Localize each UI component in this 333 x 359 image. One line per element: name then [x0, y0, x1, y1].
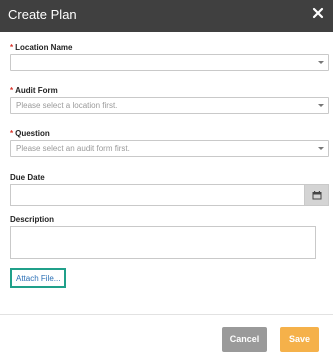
- question-label-text: Question: [15, 129, 50, 138]
- required-mark: *: [10, 43, 14, 52]
- location-name-select[interactable]: [10, 54, 329, 71]
- attach-file-button[interactable]: Attach File...: [10, 268, 66, 288]
- required-mark: *: [10, 86, 14, 95]
- required-mark: *: [10, 129, 14, 138]
- attach-file-label: Attach File...: [16, 274, 61, 283]
- audit-form-label: * Audit Form: [10, 86, 58, 95]
- footer-divider: [0, 314, 333, 315]
- audit-form-value: Please select a location first.: [16, 101, 118, 110]
- calendar-button[interactable]: [304, 184, 329, 206]
- question-value: Please select an audit form first.: [16, 144, 130, 153]
- due-date-input[interactable]: [10, 184, 304, 206]
- audit-form-select[interactable]: Please select a location first.: [10, 97, 329, 114]
- save-button[interactable]: Save: [280, 327, 319, 352]
- dialog-title: Create Plan: [8, 7, 77, 22]
- audit-form-label-text: Audit Form: [15, 86, 58, 95]
- description-label: Description: [10, 215, 55, 224]
- chevron-down-icon: [318, 104, 324, 107]
- location-name-label: * Location Name: [10, 43, 72, 52]
- calendar-icon: [312, 191, 322, 200]
- description-textarea[interactable]: [10, 226, 316, 259]
- location-name-label-text: Location Name: [15, 43, 73, 52]
- chevron-down-icon: [318, 147, 324, 150]
- due-date-label: Due Date: [10, 173, 45, 182]
- close-icon[interactable]: [309, 3, 327, 23]
- question-label: * Question: [10, 129, 50, 138]
- dialog-header: Create Plan: [0, 0, 333, 32]
- cancel-button[interactable]: Cancel: [222, 327, 267, 352]
- chevron-down-icon: [318, 61, 324, 64]
- question-select[interactable]: Please select an audit form first.: [10, 140, 329, 157]
